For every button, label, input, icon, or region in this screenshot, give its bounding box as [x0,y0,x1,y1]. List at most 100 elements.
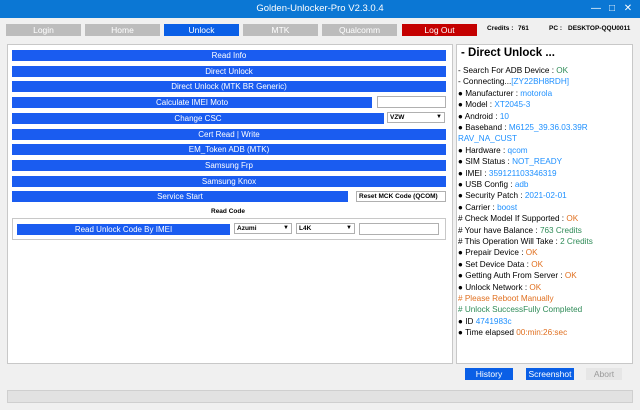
log-line-label: ● Android : [458,111,500,121]
service-select-value: Reset MCK Code (QCOM) [359,193,438,200]
csc-select[interactable]: VZW ▼ [387,112,445,123]
credits-value: 761 [518,25,529,32]
log-line: ● Baseband : M6125_39.36.03.39R [458,123,588,132]
log-line-label: ● Hardware : [458,145,508,155]
pc-label: PC : [549,25,562,32]
brand-select-value: Azumi [237,225,257,232]
tab-login[interactable]: Login [6,24,81,36]
log-line-label: # Your have Balance : [458,225,540,235]
log-line: ● Security Patch : 2021-02-01 [458,191,567,200]
log-line: ● Android : 10 [458,112,509,121]
chevron-down-icon: ▼ [436,114,442,120]
log-line-label: ● Getting Auth From Server : [458,271,565,281]
log-line-label: # Check Model If Supported : [458,214,567,224]
log-line: ● Unlock Network : OK [458,283,541,292]
log-line-label: ● Carrier : [458,202,498,212]
log-line: # This Operation Will Take : 2 Credits [458,237,593,246]
change-csc-button[interactable]: Change CSC [12,113,384,124]
log-line-label: ● SIM Status : [458,157,513,167]
tab-qualcomm[interactable]: Qualcomm [322,24,397,36]
log-line-value: NOT_READY [512,157,563,167]
log-line: ● ID 4741983c [458,317,512,326]
log-line-value: OK [525,248,538,258]
service-select[interactable]: Reset MCK Code (QCOM) [356,191,446,202]
log-line-value: adb [514,180,529,189]
minimize-icon[interactable]: — [588,1,604,16]
log-line-value: OK [556,66,569,75]
log-line: # Unlock SuccessFully Completed [458,305,582,314]
log-line: ● Carrier : boost [458,203,517,212]
em-token-button[interactable]: EM_Token ADB (MTK) [12,144,446,155]
log-line: - Search For ADB Device : OK [458,66,568,75]
log-line-value: motorola [520,88,553,98]
samsung-knox-button[interactable]: Samsung Knox [12,176,446,187]
tab-mtk[interactable]: MTK [243,24,318,36]
calculate-imei-button[interactable]: Calculate IMEI Moto [12,97,372,108]
maximize-icon[interactable]: □ [604,1,620,16]
read-unlock-code-button[interactable]: Read Unlock Code By IMEI [17,224,230,235]
log-line-value: RAV_NA_CUST [458,134,517,144]
log-line-value: 359121103346319 [488,168,557,178]
direct-unlock-mtk-button[interactable]: Direct Unlock (MTK BR Generic) [12,81,446,92]
log-line-label: ● Manufacturer : [458,88,521,98]
pc-value: DESKTOP-QQU0011 [568,25,631,32]
log-line-label: ● Unlock Network : [458,282,530,292]
log-line-label: ● Set Device Data : [458,259,532,269]
log-line-value: boost [497,202,518,212]
window-title: Golden-Unlocker-Pro V2.3.0.4 [256,3,384,14]
log-line-label: - Connecting... [458,77,512,87]
log-line-value: OK [531,259,544,269]
logout-button[interactable]: Log Out [402,24,477,36]
chevron-down-icon: ▼ [346,225,352,231]
log-line: RAV_NA_CUST [458,134,517,143]
log-line: ● Manufacturer : motorola [458,89,552,98]
read-info-button[interactable]: Read Info [12,50,446,61]
log-line: ● Time elapsed 00:min:26:sec [458,328,567,337]
csc-select-value: VZW [390,114,405,121]
log-line: ● Set Device Data : OK [458,260,543,269]
log-line: # Your have Balance : 763 Credits [458,226,582,235]
chevron-down-icon: ▼ [283,225,289,231]
log-line-value: OK [566,214,579,224]
brand-select[interactable]: Azumi ▼ [234,223,292,234]
log-line-label: ● Model : [458,100,495,110]
log-line: - Connecting...[ZY22BH8RDH] [458,77,569,86]
close-icon[interactable]: ✕ [620,1,636,16]
direct-unlock-button[interactable]: Direct Unlock [12,66,446,77]
service-start-button[interactable]: Service Start [12,191,348,202]
model-select[interactable]: L4K ▼ [296,223,355,234]
screenshot-button[interactable]: Screenshot [526,368,574,380]
log-line-value: 2 Credits [560,237,593,246]
log-line: ● Getting Auth From Server : OK [458,271,577,280]
log-line-value: 763 Credits [539,225,582,235]
imei-input[interactable] [377,96,446,108]
log-line-label: ● ID [458,316,476,326]
log-line-value: # Please Reboot Manually [458,294,554,303]
actions-panel [7,44,453,364]
log-line: # Check Model If Supported : OK [458,214,578,223]
title-bar: Golden-Unlocker-Pro V2.3.0.4 — □ ✕ [0,0,640,18]
log-line-value: 4741983c [475,316,512,326]
tab-unlock[interactable]: Unlock [164,24,239,36]
log-line: ● USB Config : adb [458,180,529,189]
tab-home[interactable]: Home [85,24,160,36]
log-line-value: 00:min:26:sec [516,328,568,338]
log-line: ● SIM Status : NOT_READY [458,157,562,166]
log-line-label: - Search For ADB Device : [458,66,557,75]
status-bar [7,390,633,403]
log-line-value: XT2045-3 [494,100,531,110]
log-line-label: ● USB Config : [458,180,515,189]
log-line-label: # This Operation Will Take : [458,237,561,246]
log-title: - Direct Unlock ... [461,47,555,59]
log-line-value: OK [564,271,577,281]
log-line-value: qcom [507,145,528,155]
abort-button[interactable]: Abort [586,368,622,380]
log-line-label: ● Baseband : [458,123,509,132]
cert-read-write-button[interactable]: Cert Read | Write [12,129,446,140]
history-button[interactable]: History [465,368,513,380]
log-line: ● Prepair Device : OK [458,248,538,257]
samsung-frp-button[interactable]: Samsung Frp [12,160,446,171]
log-line-label: ● Time elapsed [458,328,517,338]
log-line-value: [ZY22BH8RDH] [511,77,570,87]
read-code-input[interactable] [359,223,439,235]
